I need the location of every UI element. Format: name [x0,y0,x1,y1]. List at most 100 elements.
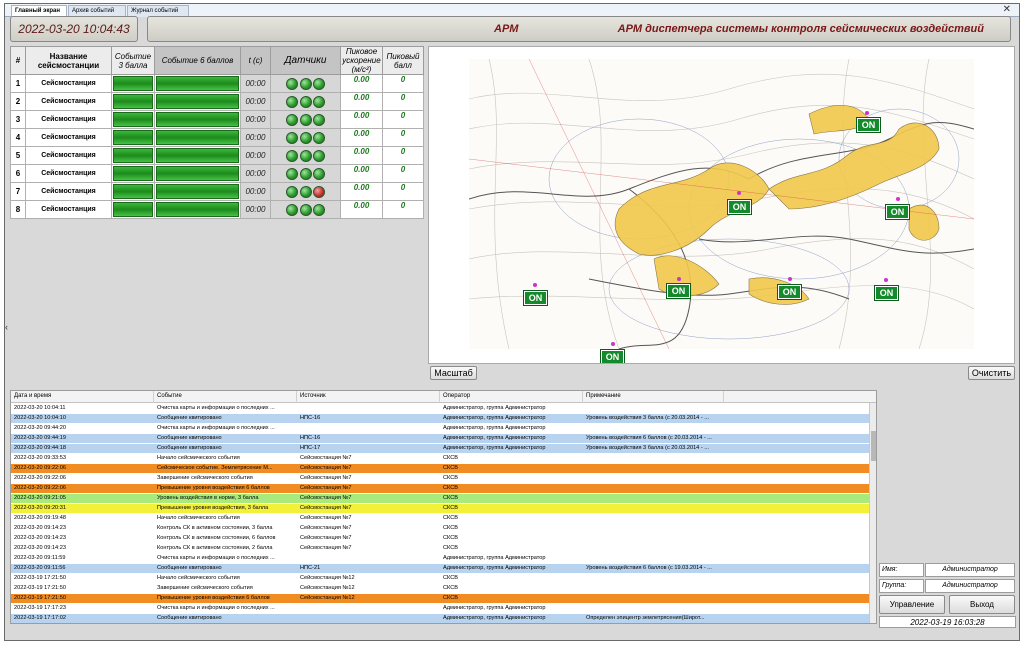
event-cell-ev: Сообщение квитировано [157,435,222,441]
station-row[interactable]: 8 Сейсмостанция 00:00 0.00 0 [10,200,424,219]
station-pin-icon [896,197,900,201]
event-row[interactable]: 2022-03-20 09:21:05 Уровень воздействия в… [11,494,869,503]
col-peak-score: Пиковый балл [382,46,424,75]
event-row[interactable]: 2022-03-20 09:44:20 Очистка карты и инфор… [11,424,869,433]
event-row[interactable]: 2022-03-19 17:17:02 Сообщение квитировано… [11,614,869,623]
station-row[interactable]: 4 Сейсмостанция 00:00 0.00 0 [10,128,424,147]
event-6-bar [156,112,239,127]
event-row[interactable]: 2022-03-20 09:14:23 Контроль СК в активно… [11,544,869,553]
event-6-indicator [154,182,241,201]
current-datetime: 2022-03-20 10:04:43 [10,16,138,42]
col-time: t (с) [240,46,271,75]
event-row[interactable]: 2022-03-20 09:33:53 Начало сейсмического … [11,454,869,463]
close-icon[interactable]: ✕ [1003,4,1011,16]
station-on-badge[interactable]: ON [666,283,691,299]
sidebar-toggle-icon[interactable]: ‹ [5,322,8,332]
col-source[interactable]: Источник [297,391,440,403]
event-cell-src: Сейсмостанция №7 [300,475,352,481]
event-row[interactable]: 2022-03-20 09:20:31 Превышение уровня воз… [11,504,869,513]
event-row[interactable]: 2022-03-20 09:22:06 Завершение сейсмическ… [11,474,869,483]
event-cell-op: Администратор, группа Администратор [443,615,546,621]
event-cell-t: 2022-03-20 09:19:48 [14,515,66,521]
event-row[interactable]: 2022-03-20 10:04:10 Сообщение квитировано… [11,414,869,423]
event-row[interactable]: 2022-03-20 09:14:23 Контроль СК в активно… [11,524,869,533]
event-cell-op: Администратор, группа Администратор [443,445,546,451]
station-row[interactable]: 2 Сейсмостанция 00:00 0.00 0 [10,92,424,111]
event-row[interactable]: 2022-03-20 09:44:18 Сообщение квитировано… [11,444,869,453]
event-row[interactable]: 2022-03-20 09:44:19 Сообщение квитировано… [11,434,869,443]
user-panel-timestamp: 2022-03-19 16:03:28 [879,616,1016,628]
event-cell-op: СКСВ [443,465,459,471]
peak-accel-value: 0.00 [340,74,383,93]
station-number: 8 [10,200,26,219]
station-row[interactable]: 7 Сейсмостанция 00:00 0.00 0 [10,182,424,201]
event-cell-op: СКСВ [443,585,459,591]
event-cell-ev: Уровень воздействия в норме, 3 балла [157,495,259,501]
event-cell-src: Сейсмостанция №7 [300,505,352,511]
station-on-badge[interactable]: ON [885,204,910,220]
event-time: 00:00 [240,128,271,147]
event-cell-src: НПС-21 [300,565,321,571]
col-operator[interactable]: Оператор [440,391,583,403]
event-6-bar [156,76,239,91]
station-number: 5 [10,146,26,165]
map-clear-button[interactable]: Очистить [968,366,1015,380]
station-on-badge[interactable]: ON [523,290,548,306]
peak-score-value: 0 [382,128,424,147]
event-cell-src: Сейсмостанция №7 [300,495,352,501]
col-datetime[interactable]: Дата и время [11,391,154,403]
event-cell-t: 2022-03-20 10:04:11 [14,405,66,411]
event-row[interactable]: 2022-03-20 09:19:48 Начало сейсмического … [11,514,869,523]
station-row[interactable]: 6 Сейсмостанция 00:00 0.00 0 [10,164,424,183]
event-row[interactable]: 2022-03-20 09:11:56 Сообщение квитировано… [11,564,869,573]
event-3-indicator [111,164,155,183]
event-cell-src: НПС-16 [300,435,321,441]
col-note[interactable]: Примечание [583,391,724,403]
sensors-cell [270,128,341,147]
station-on-badge[interactable]: ON [856,117,881,133]
station-number: 7 [10,182,26,201]
sensor-status-icon [313,131,326,144]
event-row[interactable]: 2022-03-20 10:04:11 Очистка карты и инфор… [11,404,869,413]
sensors-cell [270,182,341,201]
station-row[interactable]: 3 Сейсмостанция 00:00 0.00 0 [10,110,424,129]
map-scale-button[interactable]: Масштаб [430,366,477,380]
station-on-badge[interactable]: ON [600,349,625,363]
scrollbar-thumb[interactable] [871,431,876,461]
site-map[interactable]: ON ON ON ON ON ON ON ON [428,46,1015,364]
event-row[interactable]: 2022-03-20 09:11:59 Очистка карты и инфор… [11,554,869,563]
sensor-status-icon [299,149,312,162]
event-row[interactable]: 2022-03-19 17:21:50 Начало сейсмического … [11,574,869,583]
col-event[interactable]: Событие [154,391,297,403]
station-on-badge[interactable]: ON [727,199,752,215]
event-cell-ev: Сейсмическое событие. Землетрясение М... [157,465,273,471]
event-row[interactable]: 2022-03-20 09:14:23 Контроль СК в активно… [11,534,869,543]
sensor-status-icon [313,185,326,198]
event-cell-t: 2022-03-20 09:11:56 [14,565,66,571]
sensors-cell [270,164,341,183]
station-name: Сейсмостанция [25,110,112,129]
event-cell-op: СКСВ [443,515,459,521]
exit-button[interactable]: Выход [949,595,1015,614]
event-cell-t: 2022-03-20 10:04:10 [14,415,66,421]
event-row[interactable]: 2022-03-20 09:22:06 Превышение уровня воз… [11,484,869,493]
event-cell-op: СКСВ [443,475,459,481]
station-on-badge[interactable]: ON [777,284,802,300]
sensor-status-icon [285,95,298,108]
event-cell-t: 2022-03-20 09:14:23 [14,535,66,541]
station-number: 3 [10,110,26,129]
control-button[interactable]: Управление [879,595,945,614]
station-name: Сейсмостанция [25,146,112,165]
sensor-status-icon [299,131,312,144]
event-row[interactable]: 2022-03-20 09:22:06 Сейсмическое событие.… [11,464,869,473]
station-on-badge[interactable]: ON [874,285,899,301]
station-row[interactable]: 1 Сейсмостанция 00:00 0.00 0 [10,74,424,93]
station-row[interactable]: 5 Сейсмостанция 00:00 0.00 0 [10,146,424,165]
event-cell-src: Сейсмостанция №7 [300,545,352,551]
event-log-scrollbar[interactable] [869,403,876,623]
event-row[interactable]: 2022-03-19 17:17:23 Очистка карты и инфор… [11,604,869,613]
event-row[interactable]: 2022-03-19 17:21:50 Превышение уровня воз… [11,594,869,603]
event-row[interactable]: 2022-03-19 17:21:50 Завершение сейсмическ… [11,584,869,593]
station-name: Сейсмостанция [25,182,112,201]
event-3-bar [113,94,153,109]
